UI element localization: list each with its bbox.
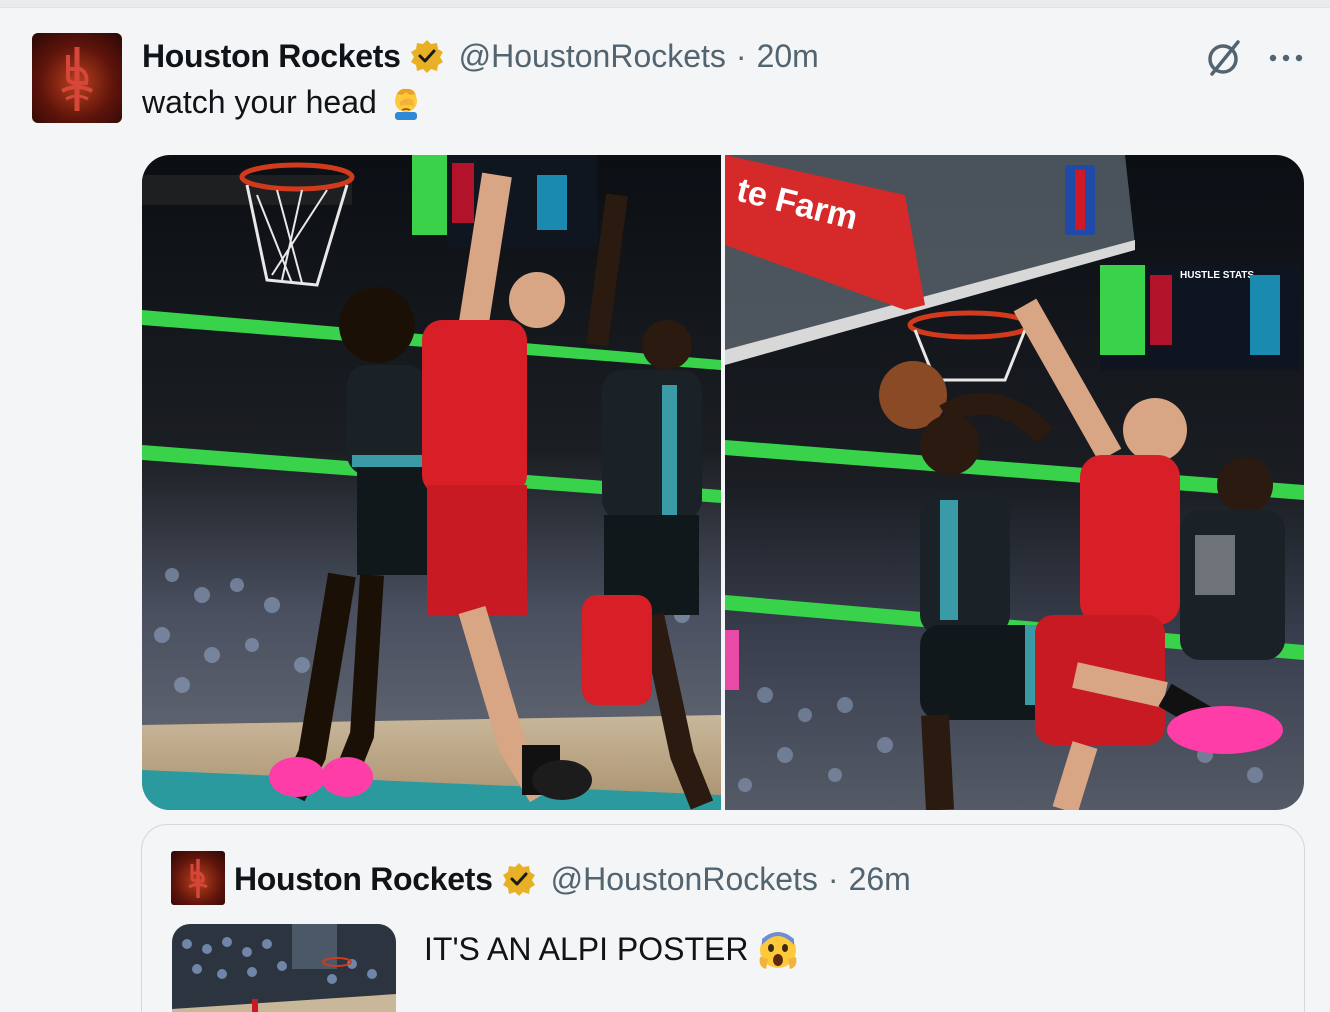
verified-badge-icon[interactable]	[409, 38, 445, 74]
grok-button[interactable]	[1200, 34, 1248, 82]
verified-badge-icon[interactable]	[501, 861, 537, 897]
quoted-author-handle[interactable]: @HoustonRockets	[551, 861, 818, 898]
quoted-author-avatar[interactable]	[171, 851, 225, 905]
media-photo-1[interactable]	[142, 155, 721, 810]
author-handle[interactable]: @HoustonRockets	[459, 38, 726, 75]
quoted-header-separator: ·	[827, 860, 839, 897]
media-photo-2[interactable]: te Farm HUSTLE STATS	[725, 155, 1304, 810]
quoted-tweet-time[interactable]: 26m	[849, 861, 911, 898]
header-separator: ·	[735, 37, 747, 74]
rockets-logo-icon	[188, 859, 208, 898]
quoted-media-thumbnail[interactable]	[172, 924, 396, 1012]
rockets-logo-icon	[61, 47, 93, 111]
facepalm-emoji-icon	[389, 86, 423, 120]
quoted-author-name[interactable]: Houston Rockets	[234, 861, 493, 898]
media-grid: te Farm HUSTLE STATS	[142, 155, 1304, 810]
screaming-face-emoji-icon	[756, 927, 800, 971]
top-divider	[0, 0, 1330, 8]
tweet-time[interactable]: 20m	[757, 38, 819, 75]
tweet-text: watch your head	[142, 84, 377, 120]
quoted-tweet-header: Houston Rockets @HoustonRockets · 26m	[234, 859, 911, 899]
author-avatar[interactable]	[32, 33, 122, 123]
tweet-header: Houston Rockets @HoustonRockets · 20m	[142, 36, 819, 76]
more-dots-icon	[1269, 54, 1303, 62]
quoted-tweet-text: IT'S AN ALPI POSTER	[424, 930, 749, 967]
author-name[interactable]: Houston Rockets	[142, 38, 401, 75]
tweet-text-row: watch your head	[142, 84, 423, 121]
more-options-button[interactable]	[1262, 34, 1310, 82]
scoreboard-text: HUSTLE STATS	[1180, 270, 1254, 281]
grok-slash-icon	[1208, 40, 1240, 76]
quoted-tweet-text-row: IT'S AN ALPI POSTER	[424, 927, 800, 971]
quoted-tweet-card[interactable]: Houston Rockets @HoustonRockets · 26m IT…	[141, 824, 1305, 1012]
